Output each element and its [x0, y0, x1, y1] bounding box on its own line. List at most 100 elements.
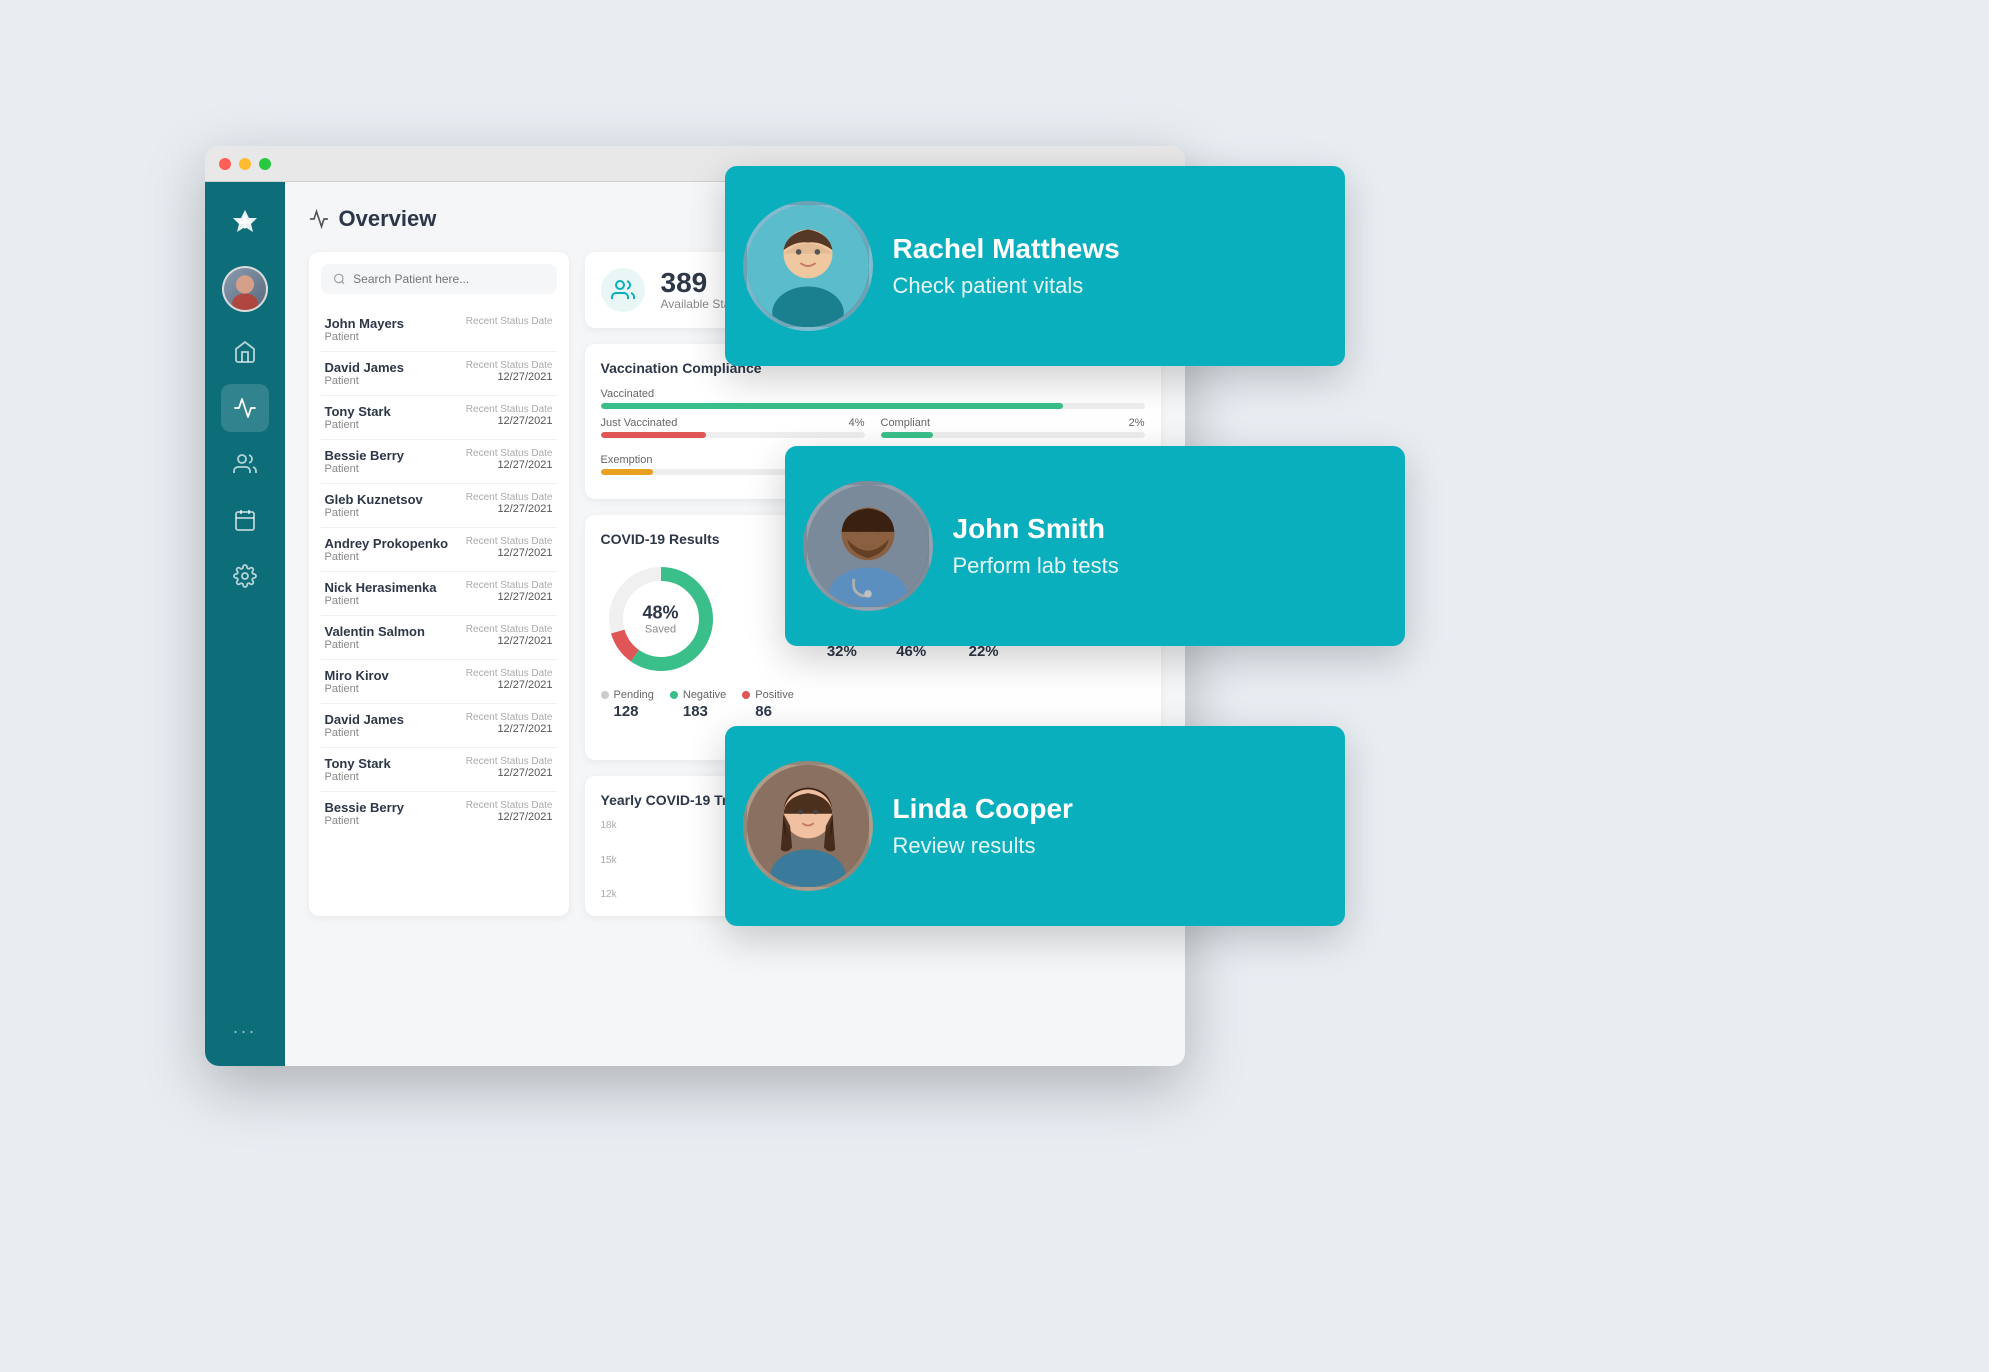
- home-icon: [233, 340, 257, 364]
- linda-avatar: [743, 761, 873, 891]
- patient-date: 12/27/2021: [466, 547, 553, 559]
- app-logo: [221, 198, 269, 246]
- patient-list-item[interactable]: Tony Stark Patient Recent Status Date 12…: [321, 748, 557, 792]
- rachel-avatar: [743, 201, 873, 331]
- patient-list-item[interactable]: Valentin Salmon Patient Recent Status Da…: [321, 616, 557, 660]
- settings-icon: [233, 564, 257, 588]
- linda-text: Linda Cooper Review results: [893, 793, 1317, 859]
- minimize-button[interactable]: [239, 158, 251, 170]
- patient-list-item[interactable]: David James Patient Recent Status Date 1…: [321, 352, 557, 396]
- patient-role: Patient: [325, 771, 391, 783]
- patient-name: John Mayers: [325, 316, 404, 331]
- patient-list: John Mayers Patient Recent Status Date D…: [321, 308, 557, 835]
- patient-name: Nick Herasimenka: [325, 580, 437, 595]
- patient-name: Andrey Prokopenko: [325, 536, 449, 551]
- patient-date-label: Recent Status Date: [466, 756, 553, 767]
- linda-name: Linda Cooper: [893, 793, 1317, 825]
- sidebar-item-calendar[interactable]: [221, 496, 269, 544]
- patient-name: Miro Kirov: [325, 668, 389, 683]
- sidebar-item-settings[interactable]: [221, 552, 269, 600]
- donut-pct: 48%: [642, 603, 678, 624]
- overlay-card-linda: Linda Cooper Review results: [725, 726, 1345, 926]
- vacc-row-item: Compliant2%: [881, 417, 1145, 438]
- patient-role: Patient: [325, 331, 404, 343]
- y-axis-labels: 18k 15k 12k: [601, 820, 617, 900]
- patient-date-label: Recent Status Date: [466, 712, 553, 723]
- patient-list-item[interactable]: Tony Stark Patient Recent Status Date 12…: [321, 396, 557, 440]
- search-box[interactable]: [321, 264, 557, 294]
- john-name: John Smith: [953, 513, 1377, 545]
- patient-role: Patient: [325, 727, 405, 739]
- covid-legend-1: Pending 128 Negative 183 Positive 86: [601, 689, 794, 720]
- patient-date: 12/27/2021: [466, 723, 553, 735]
- patient-date: 12/27/2021: [466, 371, 553, 383]
- search-icon: [333, 272, 346, 286]
- john-avatar-svg: [807, 481, 929, 611]
- rachel-task: Check patient vitals: [893, 273, 1317, 299]
- patient-date: 12/27/2021: [466, 591, 553, 603]
- patient-date-label: Recent Status Date: [466, 404, 553, 415]
- patient-role: Patient: [325, 507, 423, 519]
- patient-list-item[interactable]: Andrey Prokopenko Patient Recent Status …: [321, 528, 557, 572]
- staff-icon: [611, 278, 635, 302]
- donut-label: Saved: [642, 624, 678, 636]
- overlay-card-rachel: Rachel Matthews Check patient vitals: [725, 166, 1345, 366]
- covid-legend-item: Positive 86: [742, 689, 794, 720]
- rachel-name: Rachel Matthews: [893, 233, 1317, 265]
- patient-name: Gleb Kuznetsov: [325, 492, 423, 507]
- linda-task: Review results: [893, 833, 1317, 859]
- maximize-button[interactable]: [259, 158, 271, 170]
- patient-list-item[interactable]: Gleb Kuznetsov Patient Recent Status Dat…: [321, 484, 557, 528]
- chart-icon: [233, 396, 257, 420]
- vacc-row-item: Just Vaccinated4%: [601, 417, 865, 438]
- patient-date: 12/27/2021: [466, 635, 553, 647]
- patient-date: 12/27/2021: [466, 679, 553, 691]
- john-task: Perform lab tests: [953, 553, 1377, 579]
- team-icon: [233, 452, 257, 476]
- y-label-2: 12k: [601, 889, 617, 900]
- patient-list-item[interactable]: Miro Kirov Patient Recent Status Date 12…: [321, 660, 557, 704]
- patient-name: Bessie Berry: [325, 448, 405, 463]
- avatar-svg: [224, 266, 266, 312]
- patient-date-label: Recent Status Date: [466, 624, 553, 635]
- patient-date-label: Recent Status Date: [466, 360, 553, 371]
- patient-list-item[interactable]: David James Patient Recent Status Date 1…: [321, 704, 557, 748]
- patient-date-label: Recent Status Date: [466, 580, 553, 591]
- patient-date-label: Recent Status Date: [466, 492, 553, 503]
- scene: ··· Overview: [145, 86, 1845, 1286]
- rachel-text: Rachel Matthews Check patient vitals: [893, 233, 1317, 299]
- patient-name: Tony Stark: [325, 404, 391, 419]
- user-avatar[interactable]: [222, 266, 268, 312]
- patient-list-panel: John Mayers Patient Recent Status Date D…: [309, 252, 569, 916]
- patient-name: Valentin Salmon: [325, 624, 425, 639]
- sidebar-more-dots[interactable]: ···: [233, 1021, 257, 1050]
- close-button[interactable]: [219, 158, 231, 170]
- sidebar-item-chart[interactable]: [221, 384, 269, 432]
- patient-role: Patient: [325, 463, 405, 475]
- linda-avatar-svg: [747, 761, 869, 891]
- patient-role: Patient: [325, 375, 405, 387]
- patient-date: 12/27/2021: [466, 767, 553, 779]
- patient-list-item[interactable]: John Mayers Patient Recent Status Date: [321, 308, 557, 352]
- patient-name: Tony Stark: [325, 756, 391, 771]
- patient-date-label: Recent Status Date: [466, 536, 553, 547]
- bar-chart: [625, 820, 691, 900]
- logo-icon: [227, 204, 263, 240]
- patient-date: 12/27/2021: [466, 459, 553, 471]
- rachel-avatar-svg: [747, 201, 869, 331]
- sidebar-item-home[interactable]: [221, 328, 269, 376]
- page-title: Overview: [339, 206, 437, 232]
- sidebar: ···: [205, 182, 285, 1066]
- patient-role: Patient: [325, 683, 389, 695]
- patient-list-item[interactable]: Nick Herasimenka Patient Recent Status D…: [321, 572, 557, 616]
- donut-center: 48% Saved: [642, 603, 678, 636]
- patient-list-item[interactable]: Bessie Berry Patient Recent Status Date …: [321, 440, 557, 484]
- donut-wrapper: 48% Saved Pending 128 Negative 183: [601, 559, 794, 720]
- patient-role: Patient: [325, 419, 391, 431]
- sidebar-item-team[interactable]: [221, 440, 269, 488]
- patient-list-item[interactable]: Bessie Berry Patient Recent Status Date …: [321, 792, 557, 835]
- search-input[interactable]: [353, 272, 544, 286]
- patient-role: Patient: [325, 815, 405, 827]
- y-label-0: 18k: [601, 820, 617, 831]
- patient-name: Bessie Berry: [325, 800, 405, 815]
